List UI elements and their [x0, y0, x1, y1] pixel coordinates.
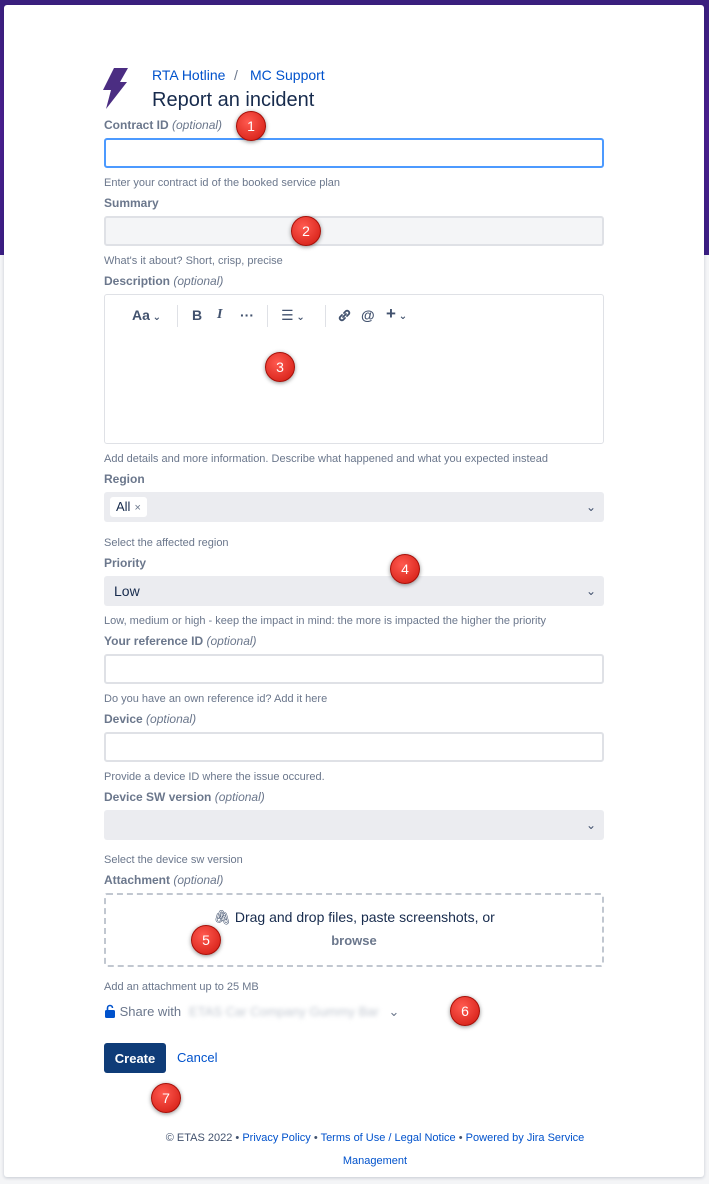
- link-icon[interactable]: [337, 308, 352, 323]
- description-help: Add details and more information. Descri…: [104, 453, 548, 465]
- annotation-marker-6: 6: [450, 996, 480, 1026]
- summary-input[interactable]: [104, 216, 604, 246]
- region-tag-all: All ×: [110, 497, 147, 517]
- cancel-button[interactable]: Cancel: [177, 1050, 217, 1065]
- reference-id-input[interactable]: [104, 654, 604, 684]
- breadcrumb-service[interactable]: MC Support: [250, 67, 325, 83]
- region-select[interactable]: All × ⌄: [104, 492, 604, 522]
- toolbar-divider: [325, 305, 326, 327]
- insert-plus-icon[interactable]: + ⌄: [386, 304, 407, 324]
- footer-separator: •: [313, 1132, 318, 1144]
- annotation-marker-7: 7: [151, 1083, 181, 1113]
- priority-help: Low, medium or high - keep the impact in…: [104, 615, 547, 627]
- bold-button[interactable]: B: [192, 307, 202, 323]
- chevron-down-icon: ⌄: [585, 500, 596, 514]
- page-title: Report an incident: [152, 89, 315, 111]
- annotation-marker-2: 2: [291, 216, 321, 246]
- contract-id-help: Enter your contract id of the booked ser…: [104, 177, 341, 189]
- copyright: © ETAS 2022: [165, 1132, 233, 1144]
- terms-link[interactable]: Terms of Use / Legal Notice: [321, 1132, 456, 1144]
- summary-label: Summary: [104, 196, 159, 210]
- share-with-dropdown[interactable]: Share with ETAS Car Company Gummy Bar ⌄: [104, 1004, 399, 1020]
- device-help: Provide a device ID where the issue occu…: [104, 771, 325, 783]
- reference-id-help: Do you have an own reference id? Add it …: [104, 693, 328, 705]
- contract-id-input[interactable]: [104, 138, 604, 168]
- region-help: Select the affected region: [104, 537, 229, 549]
- summary-help: What's it about? Short, crisp, precise: [104, 255, 283, 267]
- breadcrumb-portal[interactable]: RTA Hotline: [152, 67, 225, 83]
- chevron-down-icon: ⌄: [585, 818, 596, 832]
- browse-link[interactable]: browse: [106, 933, 602, 948]
- service-desk-lightning-logo-icon: [103, 68, 128, 109]
- device-input[interactable]: [104, 732, 604, 762]
- footer-separator: •: [458, 1132, 463, 1144]
- chevron-down-icon: ⌄: [388, 1004, 400, 1019]
- priority-label: Priority: [104, 556, 147, 570]
- reference-id-label: Your reference ID (optional): [104, 634, 257, 648]
- device-sw-label: Device SW version (optional): [104, 790, 265, 804]
- attachment-help: Add an attachment up to 25 MB: [104, 981, 259, 993]
- share-with-label: Share with: [119, 1004, 182, 1019]
- attachment-label: Attachment (optional): [104, 873, 224, 887]
- create-button[interactable]: Create: [104, 1043, 166, 1073]
- footer-separator: •: [235, 1132, 240, 1144]
- text-style-button[interactable]: Aa ⌄: [132, 307, 161, 323]
- share-target: ETAS Car Company Gummy Bar: [189, 1004, 379, 1019]
- toolbar-divider: [267, 305, 268, 327]
- annotation-marker-5: 5: [191, 925, 221, 955]
- annotation-marker-1: 1: [236, 111, 266, 141]
- device-label: Device (optional): [104, 712, 197, 726]
- footer: © ETAS 2022 • Privacy Policy • Terms of …: [140, 1127, 610, 1173]
- more-formatting-button[interactable]: ···: [240, 307, 254, 323]
- mention-button[interactable]: @: [361, 307, 375, 323]
- bullet-list-icon[interactable]: ☰ ⌄: [281, 307, 305, 324]
- device-sw-select[interactable]: ⌄: [104, 810, 604, 840]
- toolbar-divider: [177, 305, 178, 327]
- contract-id-label: Contract ID (optional): [104, 118, 223, 132]
- priority-value: Low: [114, 583, 140, 599]
- priority-select[interactable]: Low ⌄: [104, 576, 604, 606]
- description-editor[interactable]: Aa ⌄ B I ··· ☰ ⌄ @ + ⌄: [104, 294, 604, 444]
- breadcrumb-separator: /: [234, 67, 238, 83]
- drop-text: Drag and drop files, paste screenshots, …: [234, 909, 495, 925]
- unlock-icon: [105, 1004, 115, 1018]
- annotation-marker-3: 3: [265, 352, 295, 382]
- italic-button[interactable]: I: [217, 307, 222, 323]
- device-sw-help: Select the device sw version: [104, 854, 243, 866]
- paperclip-icon: 🖇: [213, 909, 231, 925]
- privacy-policy-link[interactable]: Privacy Policy: [242, 1132, 310, 1144]
- description-label: Description (optional): [104, 274, 224, 288]
- remove-tag-icon[interactable]: ×: [134, 502, 140, 514]
- attachment-dropzone[interactable]: 🖇 Drag and drop files, paste screenshots…: [104, 893, 604, 967]
- region-label: Region: [104, 472, 145, 486]
- annotation-marker-4: 4: [390, 554, 420, 584]
- chevron-down-icon: ⌄: [585, 584, 596, 598]
